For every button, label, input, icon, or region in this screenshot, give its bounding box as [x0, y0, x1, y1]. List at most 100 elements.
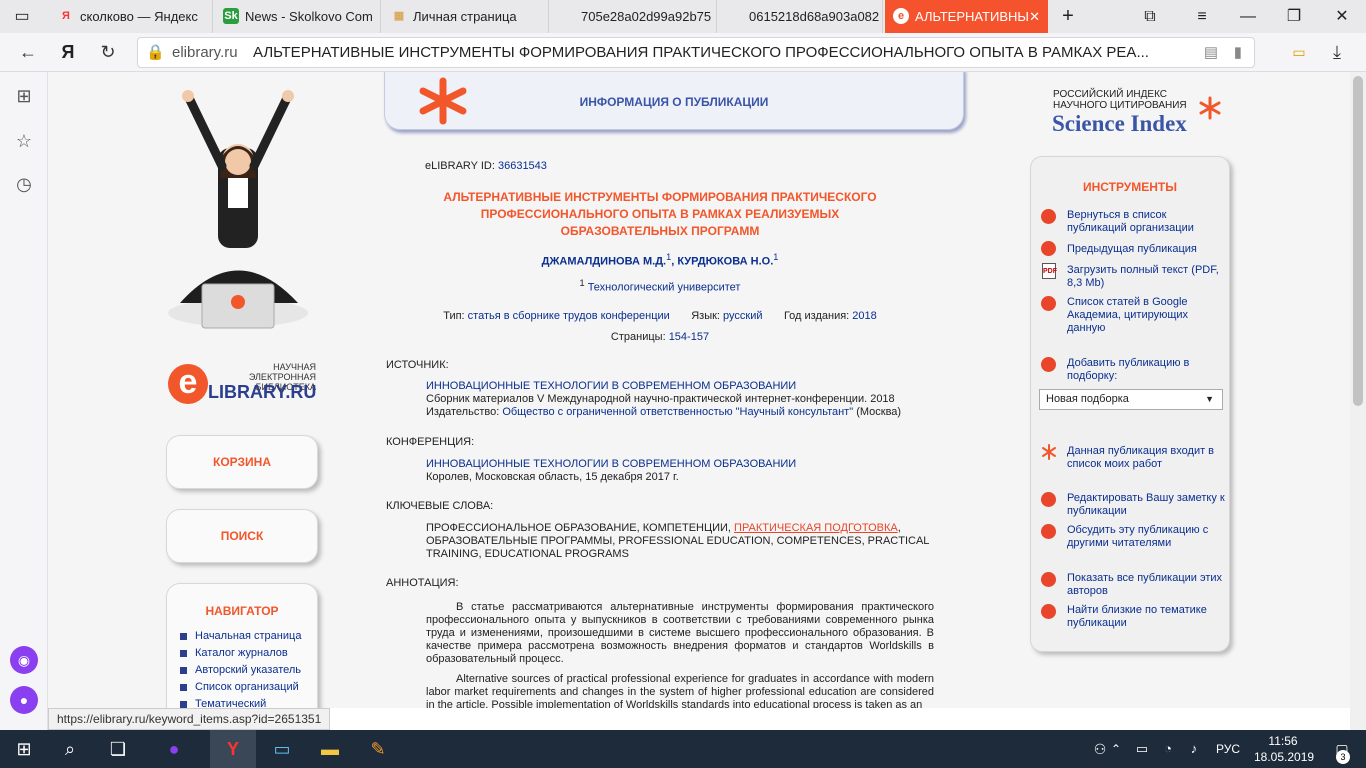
- url-domain: elibrary.ru: [172, 44, 238, 61]
- pdf-icon: PDF: [1042, 263, 1057, 279]
- abstract-label: АННОТАЦИЯ:: [386, 577, 459, 589]
- tool-back-to-list[interactable]: Вернуться в список публикаций организаци…: [1067, 209, 1227, 235]
- apps-grid-icon[interactable]: ⊞: [10, 82, 38, 110]
- publication-title: АЛЬТЕРНАТИВНЫЕ ИНСТРУМЕНТЫ ФОРМИРОВАНИЯ …: [443, 190, 877, 238]
- history-clock-icon[interactable]: ◷: [10, 170, 38, 198]
- elibrary-logo-text[interactable]: LIBRARY.RU: [208, 382, 316, 403]
- abstract-ru: В статье рассматриваются альтернативные …: [426, 601, 934, 665]
- nav-organizations[interactable]: Список организаций: [167, 679, 317, 696]
- alice-voice-icon[interactable]: ●: [10, 686, 38, 714]
- tool-google-scholar[interactable]: Список статей в Google Академиа, цитирую…: [1067, 296, 1227, 335]
- file-explorer-icon[interactable]: ▬: [308, 730, 352, 768]
- authors: ДЖАМАЛДИНОВА М.Д.1, КУРДЮКОВА Н.О.1: [541, 252, 779, 268]
- reload-icon[interactable]: ↻: [90, 33, 126, 72]
- favorites-star-icon[interactable]: ☆: [10, 127, 38, 155]
- navigator-list: Начальная страница Каталог журналов Авто…: [167, 628, 317, 708]
- publication-header: ИНФОРМАЦИЯ О ПУБЛИКАЦИИ: [384, 72, 964, 130]
- cart-button[interactable]: КОРЗИНА: [166, 435, 318, 489]
- task-view-icon[interactable]: ❏: [96, 730, 140, 768]
- tab-yandex[interactable]: Ясколково — Яндекс: [50, 0, 213, 33]
- tool-my-works[interactable]: Данная публикация входит в список моих р…: [1067, 445, 1227, 471]
- alice-chat-icon[interactable]: ◉: [10, 646, 38, 674]
- author-2[interactable]: КУРДЮКОВА Н.О.: [677, 256, 773, 268]
- tools-panel: ИНСТРУМЕНТЫ Вернуться в список публикаци…: [1030, 156, 1230, 652]
- collection-select[interactable]: Новая подборка ▼: [1039, 389, 1223, 410]
- author-1[interactable]: ДЖАМАЛДИНОВА М.Д.: [542, 256, 666, 268]
- elibrary-icon: e: [893, 8, 909, 24]
- science-index-asterisk-icon: [1199, 96, 1221, 120]
- computer-taskbar-icon[interactable]: ▭: [260, 730, 304, 768]
- tab-file-2[interactable]: 0615218d68a903a082: [719, 0, 883, 33]
- source-link[interactable]: ИННОВАЦИОННЫЕ ТЕХНОЛОГИИ В СОВРЕМЕННОМ О…: [426, 380, 934, 393]
- tool-discuss[interactable]: Обсудить эту публикацию с другими читате…: [1067, 524, 1227, 550]
- tool-download-pdf[interactable]: Загрузить полный текст (PDF, 8,3 Mb): [1067, 264, 1227, 290]
- paint-icon[interactable]: ✎: [356, 730, 400, 768]
- tab-personal-page[interactable]: ▦ Личная страница: [383, 0, 549, 33]
- chevron-down-icon: ▼: [1205, 394, 1214, 404]
- abstract-en: Alternative sources of practical profess…: [426, 673, 934, 708]
- close-tab-icon[interactable]: ✕: [1029, 0, 1040, 33]
- status-url: https://elibrary.ru/keyword_items.asp?id…: [48, 708, 330, 730]
- scrollbar-thumb[interactable]: [1353, 76, 1363, 406]
- yandex-browser-taskbar-icon[interactable]: Y: [210, 730, 256, 768]
- battery-tray-icon[interactable]: ▭: [1130, 730, 1154, 768]
- language-indicator[interactable]: РУС: [1210, 730, 1246, 768]
- yandex-icon: Я: [62, 10, 70, 22]
- close-window-icon[interactable]: ✕: [1320, 0, 1364, 33]
- menu-icon[interactable]: ≡: [1180, 0, 1224, 33]
- conference-link[interactable]: ИННОВАЦИОННЫЕ ТЕХНОЛОГИИ В СОВРЕМЕННОМ О…: [426, 458, 934, 471]
- tab-elibrary-active[interactable]: e АЛЬТЕРНАТИВНЫ ✕: [885, 0, 1048, 33]
- asterisk-icon: [1042, 444, 1056, 460]
- url-field[interactable]: 🔒 elibrary.ru АЛЬТЕРНАТИВНЫЕ ИНСТРУМЕНТЫ…: [137, 37, 1255, 68]
- downloads-icon[interactable]: ⤓: [1322, 33, 1352, 72]
- bookmark-icon[interactable]: ▮: [1234, 38, 1242, 67]
- navigator-title: НАВИГАТОР: [205, 604, 279, 618]
- wifi-icon[interactable]: ◔: [1156, 730, 1180, 768]
- affiliation: 1 Технологический университет: [579, 278, 741, 294]
- tab-file-1[interactable]: 705e28a02d99a92b75: [551, 0, 717, 33]
- elibrary-id: eLIBRARY ID: 36631543: [425, 160, 547, 172]
- yandex-logo[interactable]: Я: [52, 33, 84, 72]
- search-button[interactable]: ПОИСК: [166, 509, 318, 563]
- science-index-caption: РОССИЙСКИЙ ИНДЕКС НАУЧНОГО ЦИТИРОВАНИЯ: [1053, 89, 1187, 111]
- nav-journals[interactable]: Каталог журналов: [167, 645, 317, 662]
- search-icon[interactable]: ⌕: [48, 730, 92, 768]
- tab-skolkovo[interactable]: Sk News - Skolkovo Com: [215, 0, 381, 33]
- conference-label: КОНФЕРЕНЦИЯ:: [386, 436, 475, 448]
- tool-edit-note[interactable]: Редактировать Вашу заметку к публикации: [1067, 492, 1227, 518]
- back-icon[interactable]: ←: [8, 33, 48, 72]
- alice-taskbar-icon[interactable]: ●: [152, 730, 196, 768]
- nav-thematic[interactable]: Тематический: [167, 696, 317, 708]
- new-tab-icon[interactable]: +: [1046, 0, 1090, 33]
- source-label: ИСТОЧНИК:: [386, 359, 449, 371]
- volume-icon[interactable]: ♪: [1182, 730, 1206, 768]
- tool-author-publications[interactable]: Показать все публикации этих авторов: [1067, 572, 1227, 598]
- science-index-logo[interactable]: Science Index: [1052, 111, 1187, 137]
- restore-icon[interactable]: ❐: [1272, 0, 1316, 33]
- nav-authors[interactable]: Авторский указатель: [167, 662, 317, 679]
- hero-illustration: [168, 90, 308, 329]
- keywords-label: КЛЮЧЕВЫЕ СЛОВА:: [386, 500, 494, 512]
- reader-mode-icon[interactable]: ▤: [1204, 38, 1218, 67]
- battery-icon[interactable]: ▭: [1284, 33, 1314, 72]
- publisher-link[interactable]: Общество с ограниченной ответственностью…: [502, 406, 853, 418]
- minimize-icon[interactable]: —: [1226, 0, 1270, 33]
- tab-manager-icon[interactable]: ▭: [0, 0, 44, 33]
- bookmarks-panel-icon[interactable]: ⧉: [1128, 0, 1172, 33]
- play-icon: [1041, 241, 1056, 256]
- tool-add-to-collection[interactable]: Добавить публикацию в подборку:: [1067, 357, 1227, 383]
- tool-previous[interactable]: Предыдущая публикация: [1067, 243, 1227, 256]
- page-title: ИНФОРМАЦИЯ О ПУБЛИКАЦИИ: [579, 95, 769, 109]
- clock[interactable]: 11:56 18.05.2019: [1254, 733, 1314, 765]
- tray-expand-icon[interactable]: ⌃: [1104, 730, 1128, 768]
- publication-pages: Страницы: 154-157: [610, 331, 710, 343]
- nav-home[interactable]: Начальная страница: [167, 628, 317, 645]
- elibrary-logo-icon[interactable]: e: [168, 364, 208, 404]
- page-icon: ▦: [393, 10, 405, 22]
- navigator-panel: НАВИГАТОР Начальная страница Каталог жур…: [166, 583, 318, 708]
- page-scrollbar[interactable]: [1350, 72, 1366, 730]
- keyword-hovered[interactable]: ПРАКТИЧЕСКАЯ ПОДГОТОВКА: [734, 522, 898, 534]
- play-icon: [1041, 357, 1056, 372]
- windows-start-icon[interactable]: ⊞: [2, 730, 46, 768]
- tool-similar[interactable]: Найти близкие по тематике публикации: [1067, 604, 1227, 630]
